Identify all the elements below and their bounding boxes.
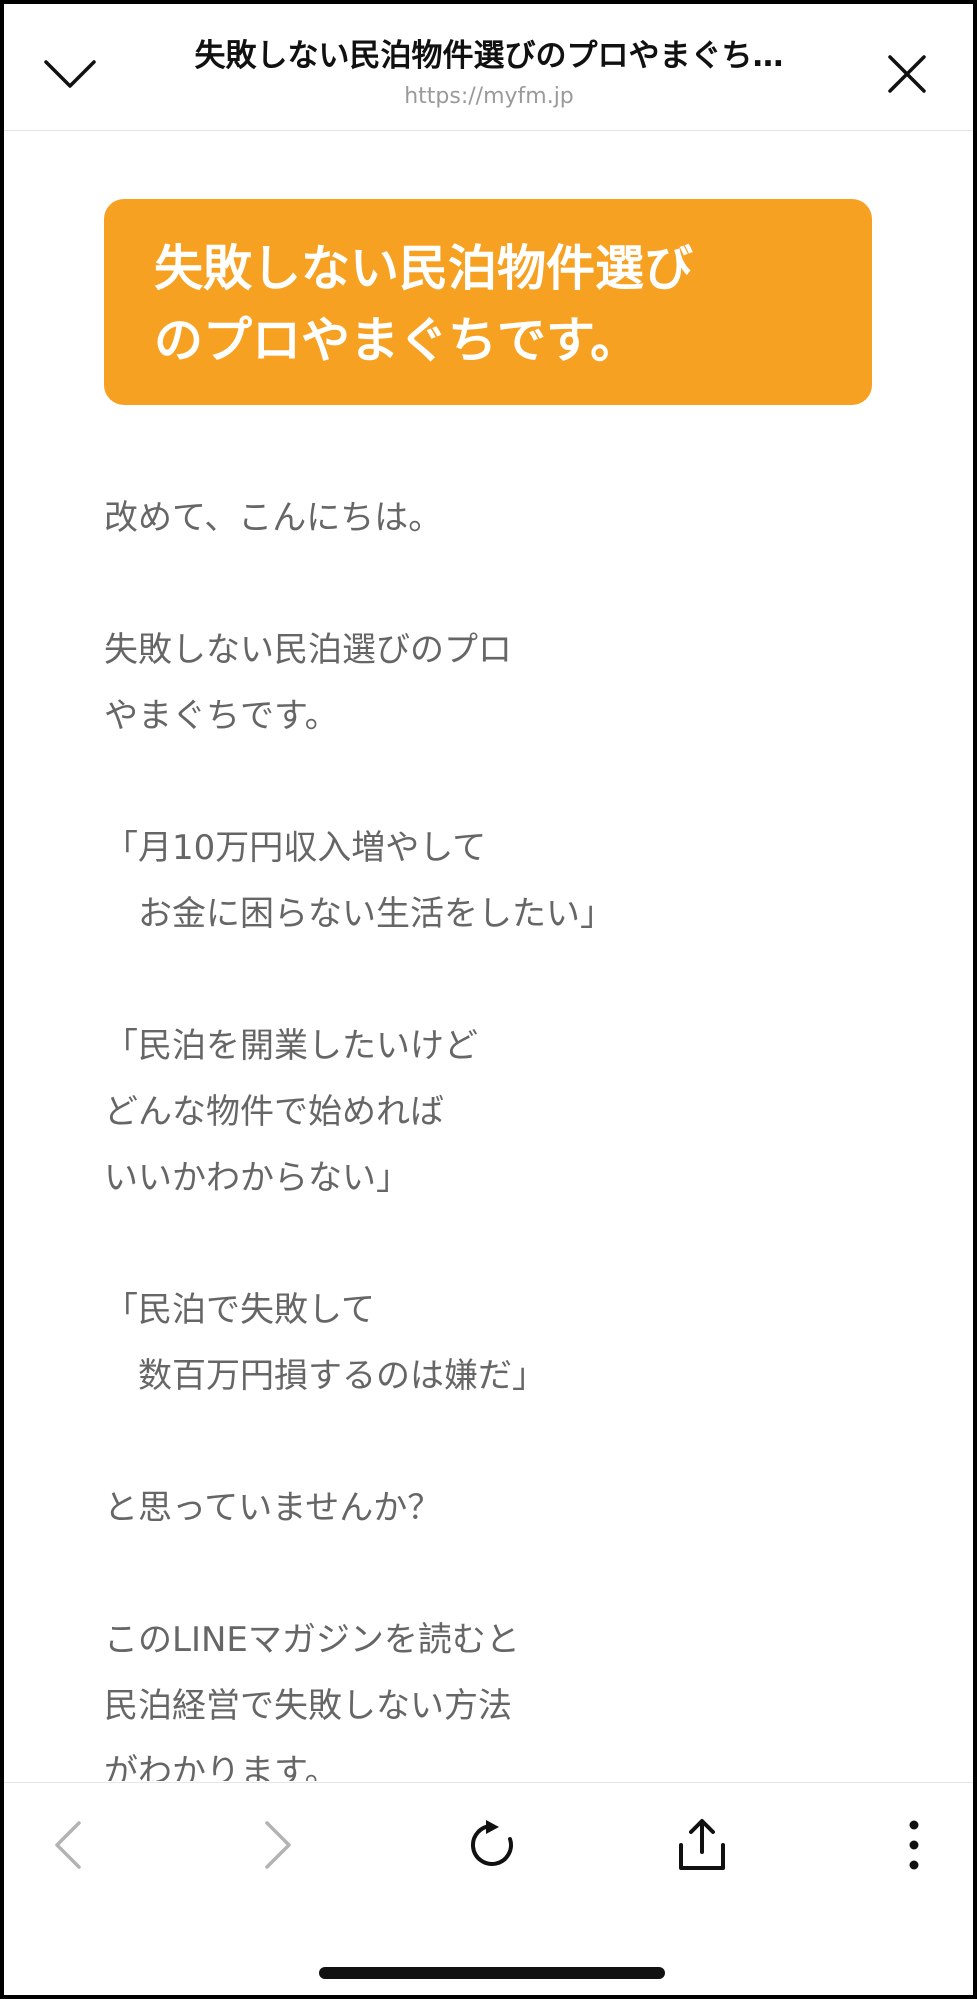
chevron-down-icon — [44, 60, 96, 88]
text-line: 「月10万円収入増やして — [104, 828, 487, 868]
text-line: 「民泊で失敗して — [104, 1290, 375, 1330]
browser-header: 失敗しない民泊物件選びのプロやまぐち… https://myfm.jp — [4, 4, 973, 131]
text-line: 「民泊を開業したいけど — [104, 1026, 478, 1066]
browser-frame: 失敗しない民泊物件選びのプロやまぐち… https://myfm.jp 失敗しな… — [0, 0, 977, 1999]
reload-button[interactable] — [452, 1805, 532, 1885]
page-content: 失敗しない民泊物件選び のプロやまぐちです。 改めて、こんにちは。 失敗しない民… — [4, 131, 973, 1781]
banner-line-1: 失敗しない民泊物件選び — [154, 240, 694, 297]
text-line: と思っていませんか？ — [104, 1488, 442, 1528]
article-body: 改めて、こんにちは。 失敗しない民泊選びのプロ やまぐちです。 「月10万円収入… — [104, 485, 904, 1781]
text-line: 民泊経営で失敗しない方法 — [104, 1686, 512, 1726]
more-vertical-icon — [909, 1820, 919, 1870]
banner-line-2: のプロやまぐちです。 — [154, 312, 640, 369]
more-button[interactable] — [874, 1805, 954, 1885]
text-line: 改めて、こんにちは。 — [104, 498, 443, 538]
text-line: いいかわからない」 — [104, 1158, 410, 1198]
reload-icon — [471, 1820, 513, 1866]
text-line: このLINEマガジンを読むと — [104, 1620, 520, 1660]
text-line: やまぐちです。 — [104, 696, 339, 736]
page-title: 失敗しない民泊物件選びのプロやまぐち… — [194, 38, 784, 74]
back-button[interactable] — [28, 1805, 108, 1885]
text-line: がわかります。 — [104, 1752, 339, 1781]
paragraph: このLINEマガジンを読むと 民泊経営で失敗しない方法 がわかります。 — [104, 1607, 904, 1781]
close-icon — [888, 55, 926, 93]
home-indicator[interactable] — [319, 1967, 665, 1979]
paragraph: 改めて、こんにちは。 — [104, 485, 904, 551]
title-banner: 失敗しない民泊物件選び のプロやまぐちです。 — [104, 199, 872, 405]
paragraph: 「月10万円収入増やして お金に困らない生活をしたい」 — [104, 815, 904, 947]
chevron-left-icon — [55, 1821, 81, 1869]
paragraph: 失敗しない民泊選びのプロ やまぐちです。 — [104, 617, 904, 749]
browser-toolbar — [4, 1782, 973, 1903]
paragraph: と思っていませんか？ — [104, 1475, 904, 1541]
share-icon — [679, 1819, 725, 1870]
text-line: どんな物件で始めれば — [104, 1092, 444, 1132]
close-button[interactable] — [867, 34, 947, 114]
paragraph: 「民泊で失敗して 数百万円損するのは嫌だ」 — [104, 1277, 904, 1409]
collapse-button[interactable] — [30, 34, 110, 114]
share-button[interactable] — [662, 1805, 742, 1885]
paragraph: 「民泊を開業したいけど どんな物件で始めれば いいかわからない」 — [104, 1013, 904, 1211]
chevron-right-icon — [265, 1821, 291, 1869]
page-url: https://myfm.jp — [404, 84, 574, 109]
text-line: お金に困らない生活をしたい」 — [104, 894, 614, 934]
text-line: 失敗しない民泊選びのプロ — [104, 630, 512, 670]
forward-button[interactable] — [238, 1805, 318, 1885]
text-line: 数百万円損するのは嫌だ」 — [104, 1356, 546, 1396]
